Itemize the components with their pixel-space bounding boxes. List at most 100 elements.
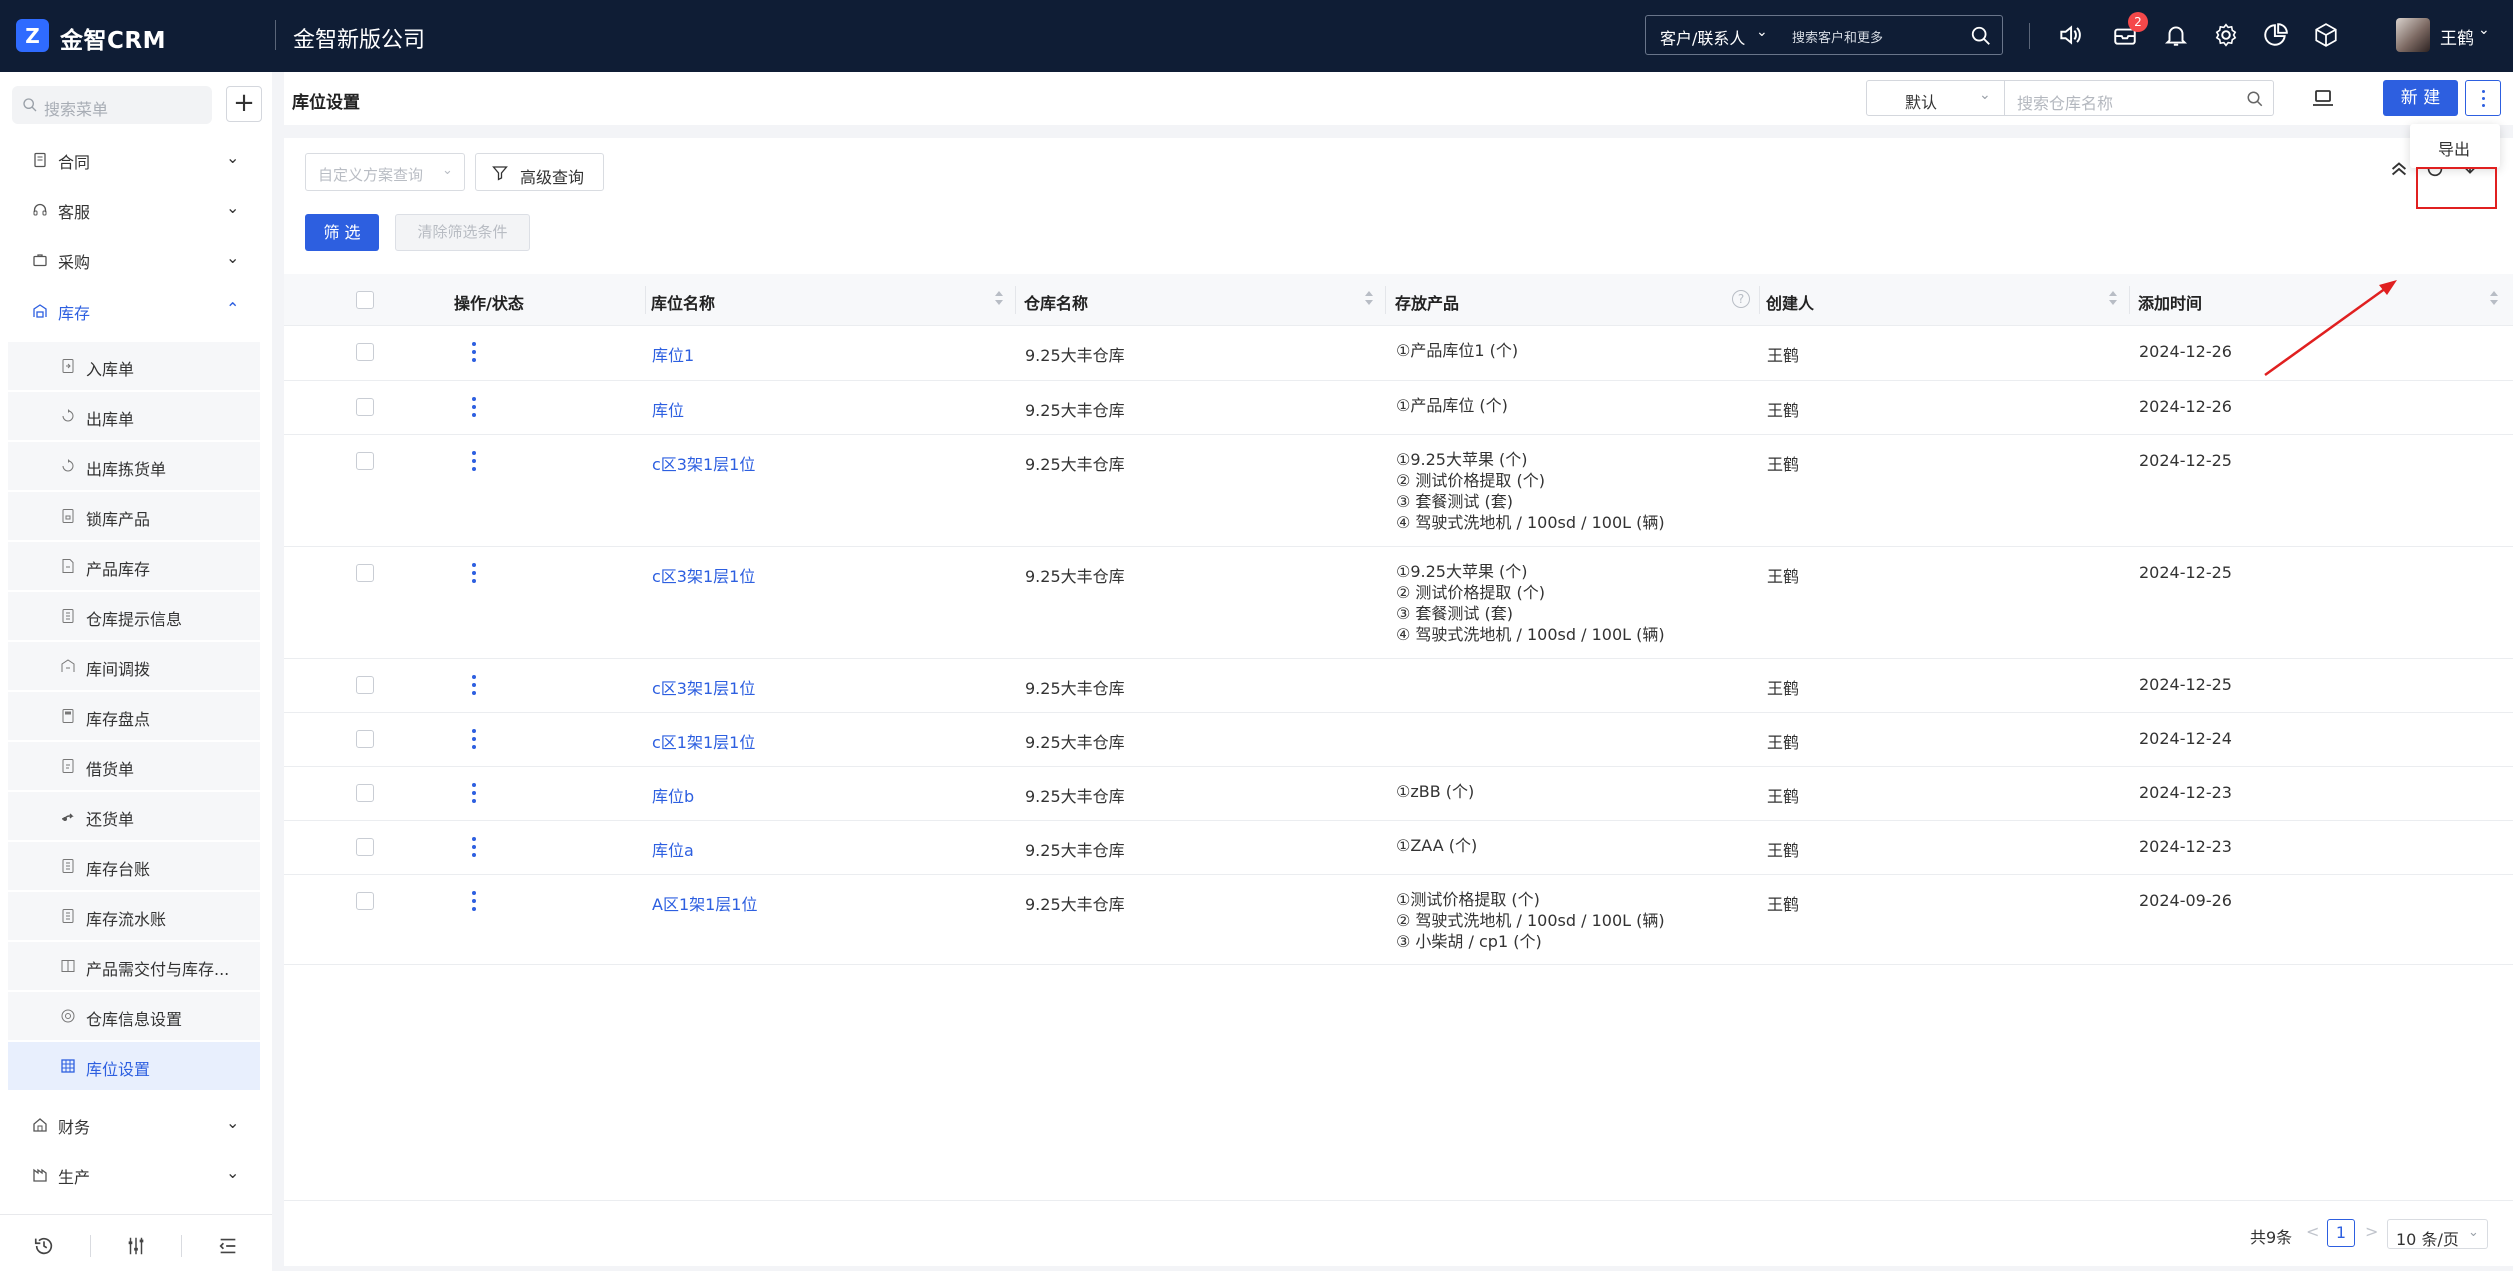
sidebar-item-warehouse-tips[interactable]: 仓库提示信息 [8, 592, 260, 640]
location-name-link[interactable]: 库位a [652, 837, 694, 861]
sidebar-item-borrow[interactable]: 借货单 [8, 742, 260, 790]
location-name-link[interactable]: c区3架1层1位 [652, 675, 755, 699]
table-row[interactable]: A区1架1层1位 9.25大丰仓库 ①测试价格提取 (个) ② 驾驶式洗地机 /… [284, 875, 2513, 965]
row-checkbox[interactable] [356, 452, 374, 470]
row-checkbox[interactable] [356, 564, 374, 582]
laptop-icon[interactable] [2311, 86, 2335, 110]
table-row[interactable]: c区1架1层1位 9.25大丰仓库 王鹤 2024-12-24 [284, 713, 2513, 767]
row-checkbox[interactable] [356, 398, 374, 416]
sort-icon[interactable] [993, 288, 1005, 308]
gear-icon[interactable] [2213, 22, 2239, 48]
location-name-link[interactable]: A区1架1层1位 [652, 891, 758, 915]
row-checkbox[interactable] [356, 343, 374, 361]
table-row[interactable]: 库位 9.25大丰仓库 ①产品库位 (个) 王鹤 2024-12-26 [284, 381, 2513, 435]
clear-filter-button[interactable]: 清除筛选条件 [395, 214, 530, 251]
sidebar-item-stock-out[interactable]: 出库单 [8, 392, 260, 440]
search-icon[interactable] [1970, 25, 1992, 47]
location-name-link[interactable]: 库位1 [652, 342, 694, 366]
sort-icon[interactable] [2488, 288, 2500, 308]
history-icon[interactable] [33, 1235, 55, 1257]
table-row[interactable]: c区3架1层1位 9.25大丰仓库 王鹤 2024-12-25 [284, 659, 2513, 713]
row-actions-icon[interactable] [471, 451, 477, 471]
prev-page-button[interactable]: < [2306, 1222, 2319, 1241]
location-name-link[interactable]: 库位 [652, 397, 684, 421]
help-icon[interactable]: ? [1732, 290, 1750, 308]
sliders-icon[interactable] [125, 1235, 147, 1257]
search-scope-select[interactable]: 客户/联系人 [1660, 25, 1745, 49]
sidebar-item-delivery-stock[interactable]: 产品需交付与库存... [8, 942, 260, 990]
table-row[interactable]: c区3架1层1位 9.25大丰仓库 ①9.25大苹果 (个) ② 测试价格提取 … [284, 547, 2513, 659]
pie-chart-icon[interactable] [2263, 22, 2289, 48]
page-size-select[interactable]: 10 条/页 ⌄ [2387, 1219, 2488, 1249]
collapse-up-icon[interactable] [2388, 158, 2410, 180]
company-name[interactable]: 金智新版公司 [293, 22, 425, 54]
sidebar-item-warehouse-settings[interactable]: 仓库信息设置 [8, 992, 260, 1040]
select-all-checkbox[interactable] [356, 291, 374, 309]
advanced-query-button[interactable]: 高级查询 [475, 153, 604, 191]
sidebar-item-locked-products[interactable]: 锁库产品 [8, 492, 260, 540]
location-name-link[interactable]: 库位b [652, 783, 694, 807]
table-row[interactable]: 库位b 9.25大丰仓库 ①zBB (个) 王鹤 2024-12-23 [284, 767, 2513, 821]
avatar[interactable] [2396, 18, 2430, 52]
scheme-select[interactable]: 自定义方案查询 ⌄ [305, 153, 465, 191]
column-header-stored-products[interactable]: 存放产品 [1395, 290, 1459, 314]
collapse-menu-icon[interactable] [217, 1235, 239, 1257]
row-actions-icon[interactable] [471, 563, 477, 583]
sidebar-item-location-settings[interactable]: 库位设置 [8, 1042, 260, 1090]
table-row[interactable]: 库位1 9.25大丰仓库 ①产品库位1 (个) 王鹤 2024-12-26 [284, 326, 2513, 381]
sidebar-item-product-stock[interactable]: 产品库存 [8, 542, 260, 590]
sidebar-item-picking[interactable]: 出库拣货单 [8, 442, 260, 490]
column-header-creator[interactable]: 创建人 [1766, 290, 1814, 314]
column-header-added-time[interactable]: 添加时间 [2138, 290, 2202, 314]
new-button[interactable]: 新 建 [2383, 80, 2458, 116]
row-actions-icon[interactable] [471, 729, 477, 749]
add-menu-button[interactable]: + [226, 86, 262, 122]
row-checkbox[interactable] [356, 676, 374, 694]
chevron-down-icon[interactable]: ⌄ [2478, 22, 2490, 38]
sidebar-item-ledger[interactable]: 库存台账 [8, 842, 260, 890]
sidebar-item-finance[interactable]: 财务 ⌄ [0, 1100, 272, 1150]
row-checkbox[interactable] [356, 892, 374, 910]
export-menu-item[interactable]: 导出 [2438, 136, 2470, 160]
sidebar-item-contract[interactable]: 合同 ⌄ [0, 135, 272, 185]
sidebar-item-stocktake[interactable]: 库存盘点 [8, 692, 260, 740]
speaker-icon[interactable] [2057, 22, 2083, 48]
warehouse-search-button[interactable] [2236, 80, 2274, 116]
menu-search-input[interactable]: 搜索菜单 [44, 96, 108, 120]
sort-icon[interactable] [2107, 288, 2119, 308]
bell-icon[interactable] [2163, 22, 2189, 48]
sidebar-item-journal[interactable]: 库存流水账 [8, 892, 260, 940]
location-name-link[interactable]: c区3架1层1位 [652, 451, 755, 475]
row-actions-icon[interactable] [471, 783, 477, 803]
user-name[interactable]: 王鹤 [2440, 24, 2474, 49]
location-name-link[interactable]: c区3架1层1位 [652, 563, 755, 587]
table-row[interactable]: 库位a 9.25大丰仓库 ①ZAA (个) 王鹤 2024-12-23 [284, 821, 2513, 875]
row-checkbox[interactable] [356, 784, 374, 802]
row-checkbox[interactable] [356, 838, 374, 856]
page-1-button[interactable]: 1 [2327, 1219, 2355, 1247]
sidebar-item-production[interactable]: 生产 ⌄ [0, 1150, 272, 1200]
global-search[interactable]: 客户/联系人 ⌄ 搜索客户和更多 [1645, 15, 2003, 55]
row-actions-icon[interactable] [471, 342, 477, 362]
view-select[interactable]: 默认 ⌄ [1866, 80, 2005, 116]
row-actions-icon[interactable] [471, 675, 477, 695]
row-actions-icon[interactable] [471, 837, 477, 857]
sidebar-item-stock-in[interactable]: 入库单 [8, 342, 260, 390]
column-header-location-name[interactable]: 库位名称 [651, 290, 715, 314]
sort-icon[interactable] [1363, 288, 1375, 308]
next-page-button[interactable]: > [2365, 1222, 2378, 1241]
sidebar-item-transfer[interactable]: 库间调拨 [8, 642, 260, 690]
location-name-link[interactable]: c区1架1层1位 [652, 729, 755, 753]
sidebar-item-purchase[interactable]: 采购 ⌄ [0, 235, 272, 285]
table-row[interactable]: c区3架1层1位 9.25大丰仓库 ①9.25大苹果 (个) ② 测试价格提取 … [284, 435, 2513, 547]
cube-icon[interactable] [2313, 22, 2339, 48]
sidebar-item-return[interactable]: 还货单 [8, 792, 260, 840]
row-checkbox[interactable] [356, 730, 374, 748]
warehouse-search-input[interactable]: 搜索仓库名称 [2004, 80, 2237, 116]
sidebar-item-inventory[interactable]: 库存 ⌃ [0, 286, 272, 336]
global-search-input[interactable]: 搜索客户和更多 [1792, 27, 1883, 46]
more-options-button[interactable] [2465, 80, 2501, 116]
column-header-warehouse-name[interactable]: 仓库名称 [1024, 290, 1088, 314]
sidebar-item-service[interactable]: 客服 ⌄ [0, 185, 272, 235]
row-actions-icon[interactable] [471, 397, 477, 417]
